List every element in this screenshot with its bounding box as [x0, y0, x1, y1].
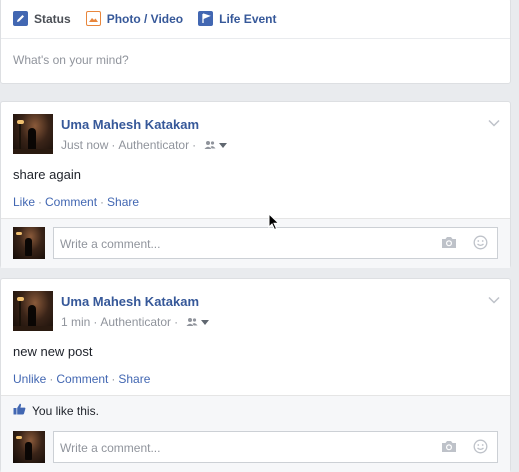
- action-separator: ·: [111, 372, 116, 386]
- flag-icon: [198, 11, 214, 26]
- post-actions: Unlike · Comment · Share: [13, 372, 150, 386]
- post-text: share again: [13, 167, 81, 182]
- post-author[interactable]: Uma Mahesh Katakam: [61, 294, 199, 309]
- tab-status[interactable]: Status: [13, 11, 71, 26]
- post-app[interactable]: Authenticator: [118, 138, 189, 152]
- comment-placeholder: Write a comment...: [60, 237, 161, 251]
- post-timestamp[interactable]: 1 min: [61, 315, 90, 329]
- friends-icon: [204, 141, 216, 149]
- tab-life-event-label: Life Event: [219, 11, 277, 26]
- tab-status-label: Status: [34, 11, 71, 26]
- post-meta: Just now · Authenticator ·: [61, 138, 228, 152]
- audience-selector[interactable]: [204, 140, 228, 150]
- tab-photo-video[interactable]: Photo / Video: [85, 11, 184, 26]
- audience-selector[interactable]: [186, 317, 210, 327]
- comment-input[interactable]: Write a comment...: [53, 431, 498, 463]
- post-actions: Like · Comment · Share: [13, 195, 139, 209]
- share-link[interactable]: Share: [107, 195, 139, 209]
- post-options-chevron-icon[interactable]: [488, 116, 500, 130]
- post-author[interactable]: Uma Mahesh Katakam: [61, 117, 199, 132]
- likes-text: You like this.: [32, 403, 99, 418]
- unlike-link[interactable]: Unlike: [13, 372, 46, 386]
- emoji-icon[interactable]: [473, 235, 488, 253]
- feed-post: Uma Mahesh Katakam 1 min · Authenticator…: [0, 278, 511, 472]
- avatar[interactable]: [13, 114, 53, 154]
- pencil-icon: [13, 11, 28, 26]
- commenter-avatar[interactable]: [13, 227, 45, 259]
- emoji-icon[interactable]: [473, 439, 488, 457]
- status-composer: Status Photo / Video Life Event What's o…: [0, 0, 511, 84]
- friends-icon: [186, 318, 198, 326]
- comment-link[interactable]: Comment: [56, 372, 108, 386]
- post-meta: 1 min · Authenticator ·: [61, 315, 210, 329]
- caret-down-icon: [201, 319, 210, 325]
- likes-summary: You like this.: [13, 403, 99, 418]
- camera-icon[interactable]: [441, 235, 457, 252]
- comment-row: Write a comment...: [1, 223, 510, 263]
- share-link[interactable]: Share: [118, 372, 150, 386]
- meta-separator: ·: [93, 315, 98, 329]
- status-input[interactable]: What's on your mind?: [1, 39, 510, 83]
- meta-separator: ·: [192, 138, 197, 152]
- comment-link[interactable]: Comment: [45, 195, 97, 209]
- post-text: new new post: [13, 344, 93, 359]
- mouse-cursor-icon: [268, 212, 280, 234]
- tab-photo-video-label: Photo / Video: [106, 11, 184, 26]
- commenter-avatar[interactable]: [13, 431, 45, 463]
- composer-tabs: Status Photo / Video Life Event: [1, 0, 510, 39]
- action-separator: ·: [100, 195, 105, 209]
- camera-icon[interactable]: [441, 439, 457, 456]
- tab-life-event[interactable]: Life Event: [198, 11, 277, 26]
- meta-separator: ·: [174, 315, 179, 329]
- comment-area: Write a comment...: [1, 218, 510, 268]
- post-options-chevron-icon[interactable]: [488, 293, 500, 307]
- feed-post: Uma Mahesh Katakam Just now · Authentica…: [0, 101, 511, 268]
- like-link[interactable]: Like: [13, 195, 35, 209]
- photo-icon: [85, 11, 101, 26]
- avatar[interactable]: [13, 291, 53, 331]
- action-separator: ·: [49, 372, 54, 386]
- post-timestamp[interactable]: Just now: [61, 138, 108, 152]
- action-separator: ·: [38, 195, 43, 209]
- post-app[interactable]: Authenticator: [100, 315, 171, 329]
- thumbs-up-icon: [13, 403, 26, 418]
- comment-placeholder: Write a comment...: [60, 441, 161, 455]
- comment-row: Write a comment...: [1, 427, 510, 467]
- caret-down-icon: [219, 142, 228, 148]
- comment-area: You like this. Write a comment...: [1, 395, 510, 472]
- meta-separator: ·: [111, 138, 116, 152]
